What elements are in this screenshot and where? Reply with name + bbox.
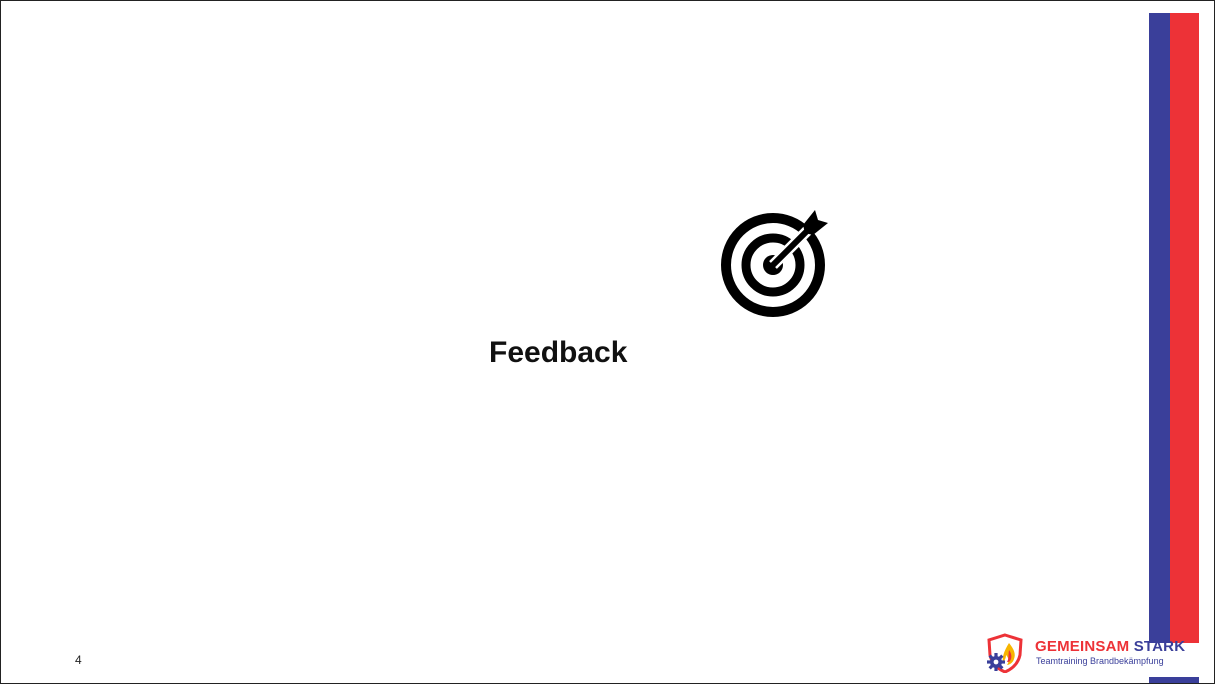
logo-tagline: Teamtraining Brandbekämpfung xyxy=(1036,656,1164,666)
shield-gear-flame-icon xyxy=(987,633,1023,673)
logo-name: GEMEINSAM STARK xyxy=(1035,638,1185,655)
decor-stripe-red xyxy=(1170,13,1199,643)
logo-name-part2: STARK xyxy=(1133,638,1186,655)
decor-stripe-blue xyxy=(1149,13,1170,643)
logo-name-part1: GEMEINSAM xyxy=(1035,638,1130,655)
slide: Feedback 4 GEMEINSAM STARK Teamtraining … xyxy=(0,0,1215,684)
target-arrow-icon xyxy=(721,210,828,317)
page-number: 4 xyxy=(75,653,82,667)
slide-title: Feedback xyxy=(489,336,628,369)
decor-stripe-bottom xyxy=(1149,677,1199,683)
brand-logo: GEMEINSAM STARK Teamtraining Brandbekämp… xyxy=(983,631,1209,675)
